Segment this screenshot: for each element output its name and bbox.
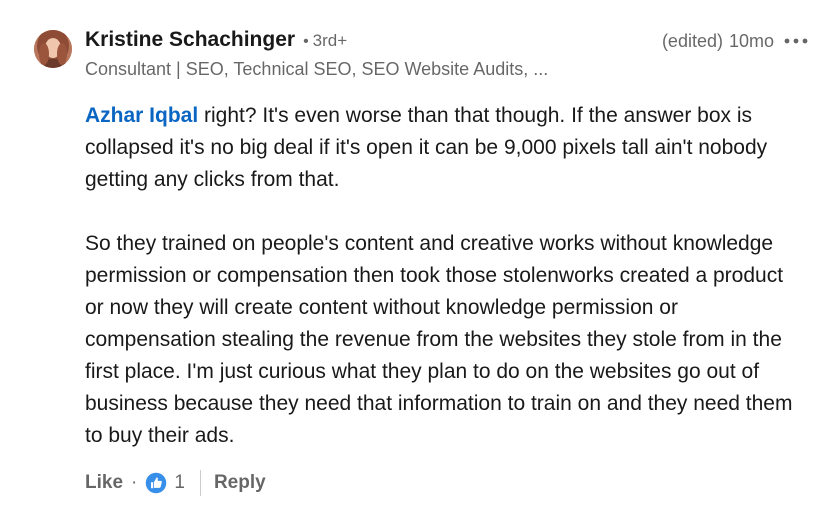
- action-separator: ·: [131, 472, 138, 493]
- timestamp: 10mo: [728, 31, 774, 51]
- comment-header: Kristine Schachinger • 3rd+ Consultant |…: [85, 28, 810, 88]
- like-reaction-icon[interactable]: [145, 472, 168, 494]
- action-divider: [199, 470, 201, 496]
- avatar[interactable]: [34, 30, 72, 68]
- comment-paragraph: So they trained on people's content and …: [85, 232, 793, 447]
- degree-separator: •: [303, 33, 309, 50]
- like-button[interactable]: Like: [85, 472, 123, 494]
- comment-meta: (edited) 10mo: [662, 31, 774, 52]
- reaction-count[interactable]: 1: [174, 472, 185, 494]
- reply-button[interactable]: Reply: [214, 472, 266, 494]
- avatar-photo: [34, 30, 72, 68]
- comment-paragraph: Azhar Iqbal right? It's even worse than …: [85, 100, 805, 196]
- comment-body: Azhar Iqbal right? It's even worse than …: [85, 100, 805, 452]
- mention-link[interactable]: Azhar Iqbal: [85, 104, 198, 127]
- author-headline: Consultant | SEO, Technical SEO, SEO Web…: [85, 59, 549, 79]
- author-name[interactable]: Kristine Schachinger: [85, 28, 295, 52]
- comment-card: Kristine Schachinger • 3rd+ Consultant |…: [0, 0, 830, 520]
- comment-actions: Like · 1 Reply: [85, 467, 266, 499]
- more-options-button[interactable]: [782, 30, 810, 52]
- ellipsis-icon: [784, 38, 808, 44]
- edited-label: (edited): [661, 31, 723, 51]
- connection-degree: 3rd+: [312, 31, 348, 50]
